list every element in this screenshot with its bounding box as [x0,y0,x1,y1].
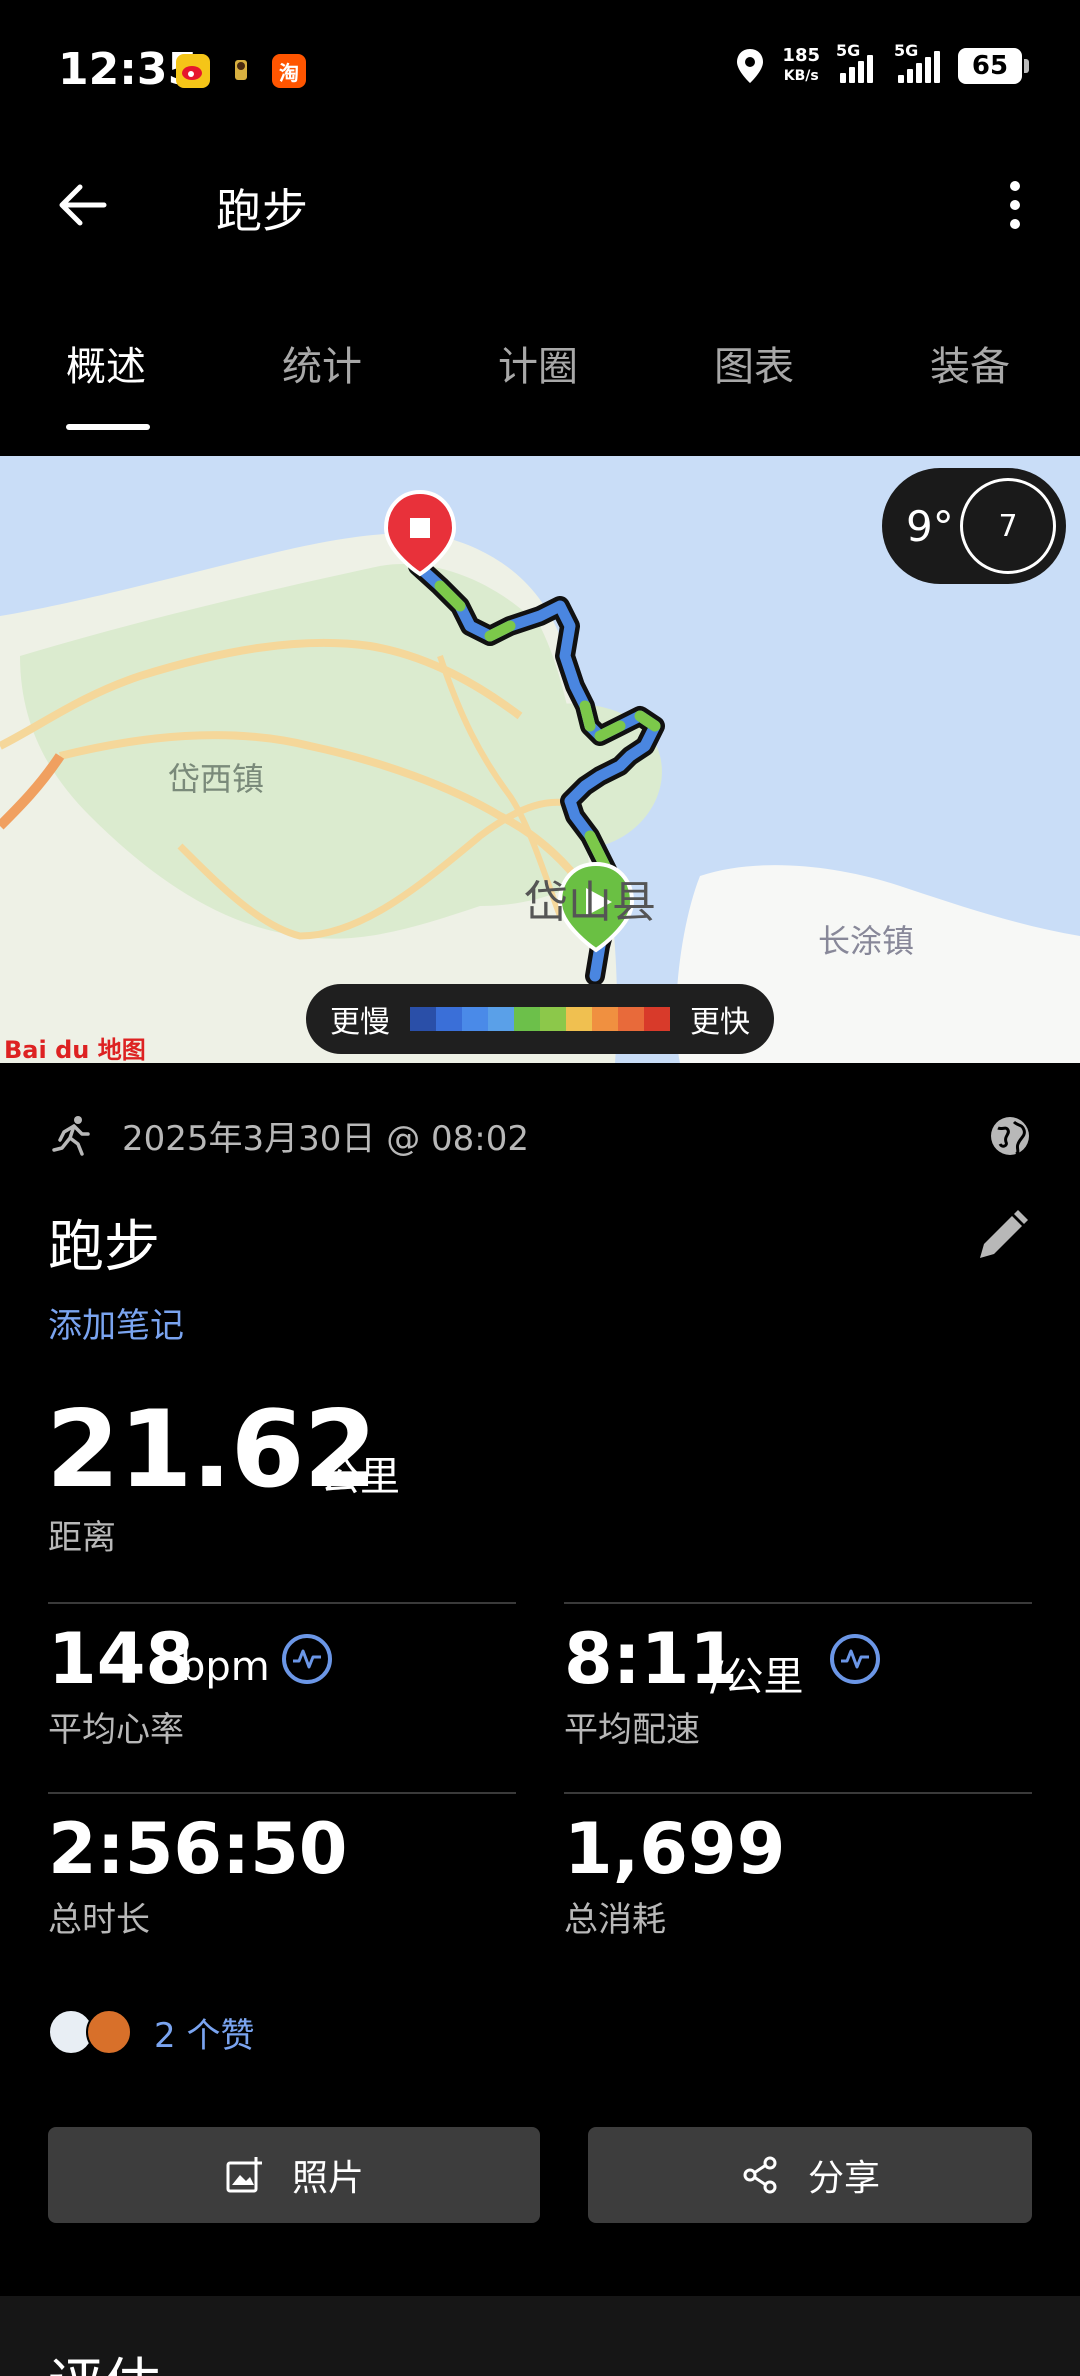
tab-laps[interactable]: 计圈 [498,334,578,392]
avg-heart-rate-value: 148 [48,1618,195,1700]
map-label-daixi: 岱西镇 [168,760,265,798]
legend-color-swatch [514,1007,540,1031]
legend-color-swatch [410,1007,436,1031]
avg-heart-rate-unit: bpm [180,1644,270,1690]
legend-color-swatch [436,1007,462,1031]
likes-row[interactable]: 2 个赞 [48,2004,254,2060]
map-label-changtu: 长涂镇 [818,922,915,960]
edit-icon[interactable] [974,1208,1030,1264]
avg-pace-label: 平均配速 [564,1710,700,1750]
net-speed-unit: KB/s [783,68,819,84]
add-note-link[interactable]: 添加笔记 [48,1298,184,1347]
calories-value: 1,699 [564,1808,786,1890]
legend-color-swatch [462,1007,488,1031]
pace-legend: 更慢 更快 [306,984,774,1054]
more-options-button[interactable] [990,171,1040,239]
back-button[interactable] [48,171,116,239]
divider [564,1792,1032,1794]
legend-color-swatch [592,1007,618,1031]
activity-date-row: 2025年3月30日 @ 08:02 [48,1100,1032,1170]
running-icon [52,1116,90,1156]
baidu-map-logo: Bai du 地图 [4,1030,146,1063]
distance-label: 距离 [48,1518,116,1558]
back-arrow-icon [59,184,107,226]
add-photo-icon [226,2157,262,2193]
weibo-icon [176,54,210,88]
sim1-network: 5G [836,41,861,60]
signal-icon-sim1: 5G [836,41,878,83]
status-bar: 12:35 淘 185 KB/s 5G 5G 65 [0,0,1080,145]
photos-button[interactable]: 照片 [48,2127,540,2223]
page-title: 跑步 [216,184,308,238]
weather-temperature: 9° [906,501,954,551]
avg-pace-unit: /公里 [710,1654,804,1700]
heart-rate-chart-icon[interactable] [282,1634,332,1684]
location-icon [737,49,764,83]
route-map[interactable]: 岱西镇 岱山县 长涂镇 9° 7 更慢 更快 Bai du 地图 [0,456,1080,1063]
legend-color-swatch [618,1007,644,1031]
weather-widget[interactable]: 9° 7 [882,468,1066,584]
tab-gear[interactable]: 装备 [930,334,1010,392]
net-speed: 185 KB/s [782,46,820,86]
evaluation-title: 评估 [48,2340,160,2376]
legend-color-swatch [566,1007,592,1031]
avatar [86,2009,132,2055]
photos-button-label: 照片 [291,2158,364,2199]
legend-color-swatch [644,1007,670,1031]
duration-label: 总时长 [48,1900,150,1940]
share-button[interactable]: 分享 [588,2127,1032,2223]
avg-heart-rate-label: 平均心率 [48,1710,184,1750]
legend-gradient [410,1007,670,1031]
divider [48,1602,516,1604]
status-app-icons: 淘 [176,54,306,88]
legend-fast-label: 更快 [690,1005,750,1040]
tab-indicator [66,424,150,430]
tab-overview[interactable]: 概述 [66,334,146,392]
tab-statistics[interactable]: 统计 [282,334,362,392]
divider [48,1792,516,1794]
legend-color-swatch [488,1007,514,1031]
globe-icon[interactable] [988,1114,1032,1158]
activity-title: 跑步 [48,1215,160,1280]
likes-count: 2 个赞 [154,2015,255,2056]
activity-datetime: 2025年3月30日 @ 08:02 [122,1118,530,1159]
share-button-label: 分享 [807,2158,880,2199]
wind-speed: 7 [998,508,1018,544]
net-speed-value: 185 [782,45,820,66]
legend-slow-label: 更慢 [330,1005,390,1040]
distance-unit: 公里 [320,1454,400,1500]
baidu-map-logo-text: Bai du 地图 [4,1036,146,1063]
calories-label: 总消耗 [564,1900,666,1940]
status-indicators: 185 KB/s 5G 5G 65 [734,41,1029,86]
sim2-network: 5G [894,41,919,60]
duration-value: 2:56:50 [48,1808,348,1890]
legend-color-swatch [540,1007,566,1031]
wind-icon: 7 [960,478,1056,574]
divider [564,1602,1032,1604]
share-icon [743,2156,777,2194]
signal-icon-sim2: 5G [894,41,942,83]
battery-icon: 65 [958,48,1029,84]
map-label-daishan: 岱山县 [524,877,656,928]
tab-bar: 概述 统计 计圈 图表 装备 [0,300,1080,456]
pace-chart-icon[interactable] [830,1634,880,1684]
app-bar: 跑步 [0,145,1080,265]
evaluation-card: 评估 [0,2296,1080,2376]
app-icon [224,54,258,88]
tab-charts[interactable]: 图表 [714,334,794,392]
taobao-icon: 淘 [272,54,306,88]
